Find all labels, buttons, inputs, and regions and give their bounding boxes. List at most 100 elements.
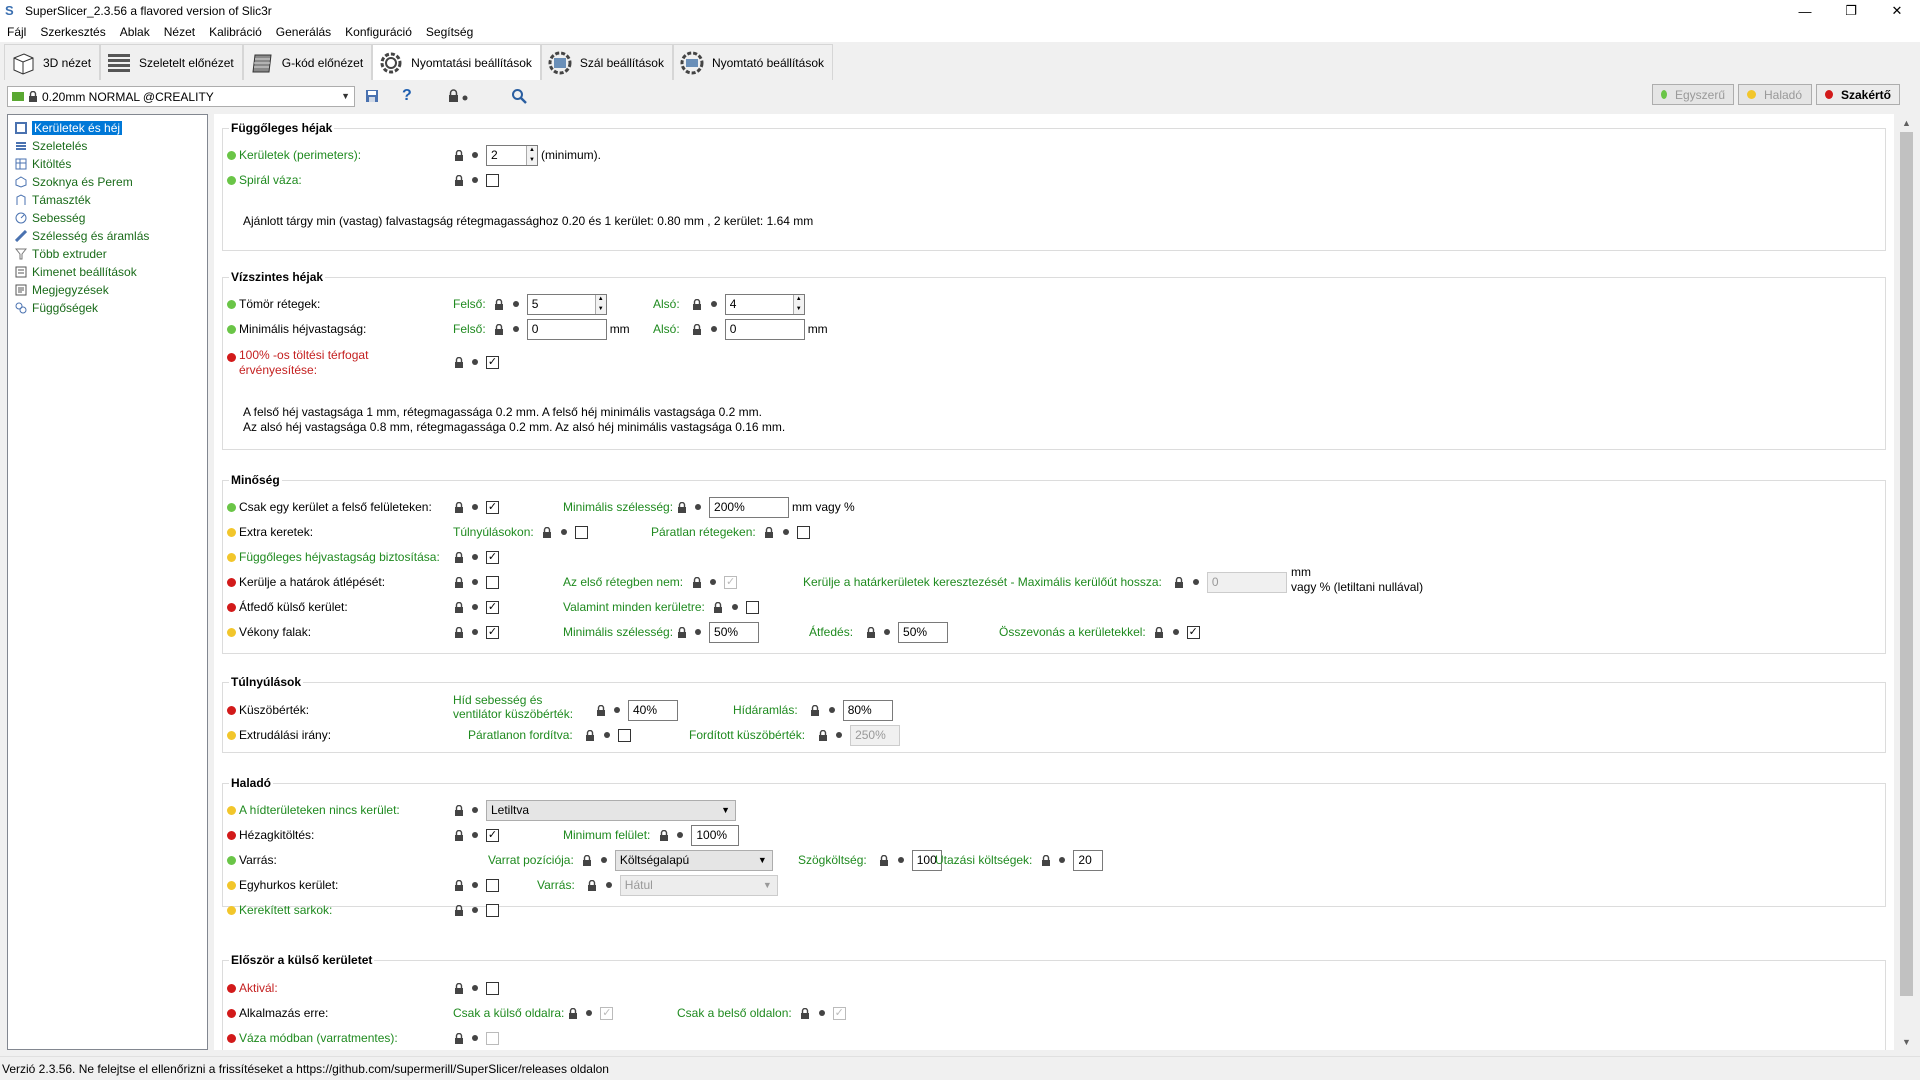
reset-dot-icon[interactable] (472, 882, 478, 888)
lock-icon[interactable] (453, 804, 464, 816)
reset-dot-icon[interactable] (472, 152, 478, 158)
lock-icon[interactable] (1040, 854, 1051, 866)
reset-dot-icon[interactable] (710, 326, 717, 332)
extra-perimeters-odd-layers-checkbox[interactable] (796, 525, 810, 539)
scrollbar-thumb[interactable] (1900, 132, 1913, 996)
scroll-up-icon[interactable]: ▲ (1898, 114, 1915, 131)
tree-item-dependencies[interactable]: Függőségek (8, 299, 207, 317)
tab-print-settings[interactable]: Nyomtatási beállítások (372, 44, 541, 80)
tree-item-output-options[interactable]: Kimenet beállítások (8, 263, 207, 281)
menu-window[interactable]: Ablak (113, 25, 157, 39)
lock-icon[interactable] (1174, 576, 1185, 588)
minimize-button[interactable]: — (1782, 0, 1828, 22)
lock-icon[interactable] (453, 174, 464, 186)
tab-3d-view[interactable]: 3D nézet (4, 44, 101, 80)
reset-dot-icon[interactable] (1172, 629, 1179, 635)
tree-item-slicing[interactable]: Szeletelés (8, 137, 207, 155)
menu-configuration[interactable]: Konfiguráció (338, 25, 419, 39)
lock-icon[interactable] (453, 551, 464, 563)
thin-walls-overlap-input[interactable]: 50% (898, 621, 949, 643)
lock-icon[interactable] (1154, 626, 1165, 638)
reset-dot-icon[interactable] (560, 529, 567, 535)
search-icon[interactable] (511, 86, 527, 106)
menu-file[interactable]: Fájl (0, 25, 33, 39)
reset-dot-icon[interactable] (605, 882, 612, 888)
top-solid-layers-spinner[interactable]: 5 ▲ ▼ (526, 293, 607, 315)
lock-icon[interactable] (879, 854, 890, 866)
lock-icon[interactable] (595, 704, 606, 716)
spiral-vase-checkbox[interactable] (486, 173, 499, 187)
reversed-odd-checkbox[interactable] (617, 728, 631, 742)
reset-dot-icon[interactable] (472, 807, 478, 813)
lock-icon[interactable] (453, 501, 464, 513)
reset-dot-icon[interactable] (818, 1010, 825, 1016)
reset-dot-icon[interactable] (836, 732, 843, 738)
mode-expert-button[interactable]: Szakértő (1816, 84, 1900, 105)
thin-walls-checkbox[interactable]: ✓ (486, 625, 499, 639)
reset-dot-icon[interactable] (472, 907, 478, 913)
enforce-infill-checkbox[interactable]: ✓ (486, 355, 499, 369)
lock-icon[interactable] (810, 704, 821, 716)
lock-icon[interactable] (865, 626, 876, 638)
vase-mode-checkbox[interactable] (486, 1031, 499, 1045)
top-min-thickness-input[interactable]: 0 (526, 318, 607, 340)
reset-dot-icon[interactable] (710, 301, 717, 307)
lock-toggle-icon[interactable] (448, 86, 470, 106)
rounded-corners-checkbox[interactable] (486, 903, 499, 917)
tree-item-multiple-extruders[interactable]: Több extruder (8, 245, 207, 263)
reset-dot-icon[interactable] (600, 857, 607, 863)
not-first-layer-checkbox[interactable]: ✓ (724, 575, 738, 589)
lock-icon[interactable] (453, 1032, 464, 1044)
reset-dot-icon[interactable] (1192, 579, 1199, 585)
tree-item-speed[interactable]: Sebesség (8, 209, 207, 227)
reset-dot-icon[interactable] (472, 629, 478, 635)
every-perimeter-checkbox[interactable] (745, 600, 759, 614)
overlapping-external-checkbox[interactable]: ✓ (486, 600, 499, 614)
lock-icon[interactable] (542, 526, 553, 538)
reset-dot-icon[interactable] (782, 529, 789, 535)
one-loop-seam-select[interactable]: Hátul ▼ (619, 874, 778, 896)
no-perimeter-bridge-select[interactable]: Letiltva ▼ (486, 799, 736, 821)
lock-icon[interactable] (453, 626, 464, 638)
tree-item-notes[interactable]: Megjegyzések (8, 281, 207, 299)
avoid-crossing-checkbox[interactable] (486, 575, 499, 589)
lock-icon[interactable] (713, 601, 724, 613)
lock-icon[interactable] (676, 626, 687, 638)
lock-icon[interactable] (453, 601, 464, 613)
reset-dot-icon[interactable] (586, 1010, 593, 1016)
lock-icon[interactable] (692, 298, 703, 310)
mode-advanced-button[interactable]: Haladó (1738, 84, 1812, 105)
tree-item-infill[interactable]: Kitöltés (8, 155, 207, 173)
lock-icon[interactable] (453, 149, 464, 161)
reset-dot-icon[interactable] (884, 629, 891, 635)
lock-icon[interactable] (494, 323, 505, 335)
reset-dot-icon[interactable] (677, 832, 684, 838)
bottom-min-thickness-input[interactable]: 0 (724, 318, 805, 340)
lock-icon[interactable] (817, 729, 828, 741)
reset-dot-icon[interactable] (731, 604, 738, 610)
reset-dot-icon[interactable] (472, 504, 478, 510)
tree-item-perimeters-shell[interactable]: Kerületek és héj (8, 119, 207, 137)
bridge-flow-input[interactable]: 80% (842, 699, 893, 721)
reset-dot-icon[interactable] (695, 629, 702, 635)
merge-with-perimeters-checkbox[interactable]: ✓ (1186, 625, 1200, 639)
lock-icon[interactable] (692, 323, 703, 335)
reset-dot-icon[interactable] (472, 579, 478, 585)
reset-dot-icon[interactable] (472, 554, 478, 560)
min-surface-input[interactable]: 100% (691, 824, 740, 846)
one-loop-perimeter-checkbox[interactable] (486, 878, 499, 892)
reset-dot-icon[interactable] (472, 985, 478, 991)
print-preset-select[interactable]: 0.20mm NORMAL @CREALITY ▼ (7, 86, 355, 107)
reset-dot-icon[interactable] (472, 177, 478, 183)
menu-calibration[interactable]: Kalibráció (202, 25, 269, 39)
ensure-vertical-thickness-checkbox[interactable]: ✓ (486, 550, 499, 564)
reset-dot-icon[interactable] (897, 857, 904, 863)
perimeters-spinner[interactable]: 2 ▲ ▼ (486, 144, 538, 166)
close-button[interactable]: ✕ (1874, 0, 1920, 22)
lock-icon[interactable] (453, 829, 464, 841)
reset-dot-icon[interactable] (828, 707, 835, 713)
menu-view[interactable]: Nézet (157, 25, 202, 39)
gap-fill-checkbox[interactable]: ✓ (486, 828, 499, 842)
reset-dot-icon[interactable] (472, 1035, 478, 1041)
tab-printer-settings[interactable]: Nyomtató beállítások (672, 44, 833, 80)
